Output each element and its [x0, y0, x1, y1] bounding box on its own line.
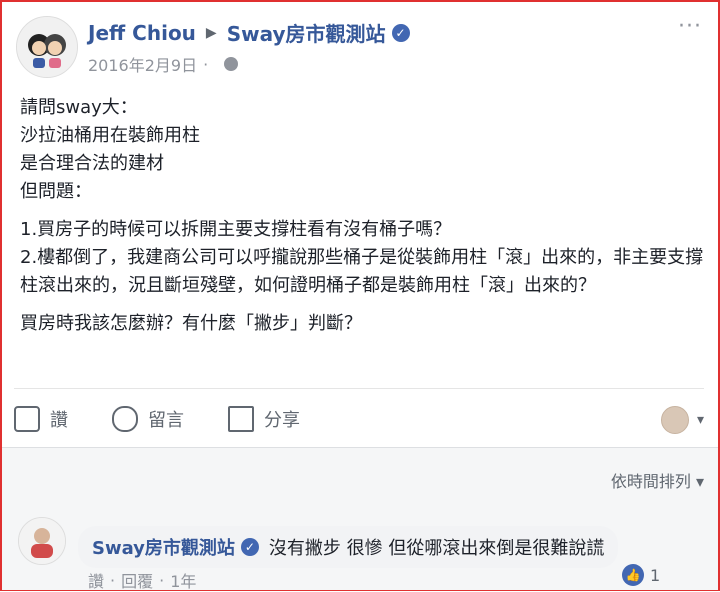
target-page-name[interactable]: Sway房市觀測站 [227, 18, 386, 47]
comment-actions: 讚 · 回覆 · 1年 [88, 568, 196, 592]
comment-avatar[interactable] [18, 517, 66, 565]
comment-text: 沒有撇步 很慘 但從哪滾出來倒是很難說謊 [268, 538, 605, 559]
comment-like-link[interactable]: 讚 [88, 568, 104, 592]
meta-separator: · [203, 54, 209, 74]
post-content: 請問sway大： 沙拉油桶用在裝飾用柱 是合理合法的建材 但問題： 1.買房子的… [20, 94, 710, 338]
comment-author-name[interactable]: Sway房市觀測站 [92, 534, 235, 560]
comment-bubble: Sway房市觀測站 ✓ 沒有撇步 很慘 但從哪滾出來倒是很難說謊 [78, 526, 619, 568]
reaction-count: 1 [650, 565, 661, 585]
post-actions: 讚 留言 分享 [14, 397, 704, 441]
post-closing: 買房時我該怎麼辦？有什麼「撇步」判斷？ [20, 313, 362, 334]
comment-button[interactable]: 留言 [112, 406, 184, 432]
post-question: 2.樓都倒了，我建商公司可以呼攏說那些桶子是從裝飾用柱「滾」出來的，非主要支撐柱… [20, 247, 704, 296]
viewer-avatar[interactable] [660, 406, 689, 434]
globe-icon [224, 57, 239, 71]
more-options-button[interactable]: ··· [678, 14, 702, 39]
divider [14, 388, 704, 389]
post-line: 但問題： [20, 181, 92, 202]
avatar-illustration-icon [17, 17, 77, 77]
post-meta: 2016年2月9日 · [88, 52, 239, 76]
post-card: Jeff Chiou ▶ Sway房市觀測站 ✓ 2016年2月9日 · ···… [2, 2, 718, 447]
comments-section: 依時間排列 ▾ Sway房市觀測站 ✓ 沒有撇步 很慘 但從哪滾出來倒是很難說謊… [2, 447, 718, 592]
triangle-right-icon: ▶ [205, 24, 217, 41]
author-name[interactable]: Jeff Chiou [88, 21, 196, 45]
post-line: 是合理合法的建材 [20, 153, 164, 174]
comment-icon [112, 406, 138, 432]
avatar-photo-icon [19, 518, 65, 564]
screenshot-frame: Jeff Chiou ▶ Sway房市觀測站 ✓ 2016年2月9日 · ···… [0, 0, 720, 591]
like-label: 讚 [50, 410, 68, 431]
like-button[interactable]: 讚 [14, 406, 68, 432]
share-icon [228, 406, 254, 432]
verified-badge-icon: ✓ [240, 538, 259, 556]
sort-dropdown[interactable]: 依時間排列 ▾ [611, 468, 704, 492]
post-tools: ▾ [660, 406, 704, 434]
comment-author[interactable]: Sway房市觀測站 ✓ [92, 534, 259, 560]
post-line: 請問sway大： [20, 97, 138, 118]
comment-reactions[interactable]: 👍 1 [622, 564, 660, 586]
share-button[interactable]: 分享 [228, 406, 300, 432]
comment-age: 1年 [170, 572, 197, 591]
post-date[interactable]: 2016年2月9日 [88, 52, 197, 76]
comment-reply-link[interactable]: 回覆 [121, 568, 153, 592]
post-line: 沙拉油桶用在裝飾用柱 [20, 125, 200, 146]
comment-label: 留言 [148, 410, 184, 431]
chevron-down-icon[interactable]: ▾ [697, 412, 704, 428]
comment-action-separator: · [110, 570, 116, 590]
author-avatar[interactable] [16, 16, 78, 78]
post-header-title: Jeff Chiou ▶ Sway房市觀測站 ✓ [88, 18, 410, 47]
thumbs-up-icon: 👍 [622, 564, 644, 586]
verified-badge-icon: ✓ [391, 23, 410, 42]
like-icon [14, 406, 40, 432]
comment-action-separator: · [159, 570, 165, 590]
share-label: 分享 [264, 410, 300, 431]
post-question: 1.買房子的時候可以拆開主要支撐柱看有沒有桶子嗎？ [20, 219, 452, 240]
